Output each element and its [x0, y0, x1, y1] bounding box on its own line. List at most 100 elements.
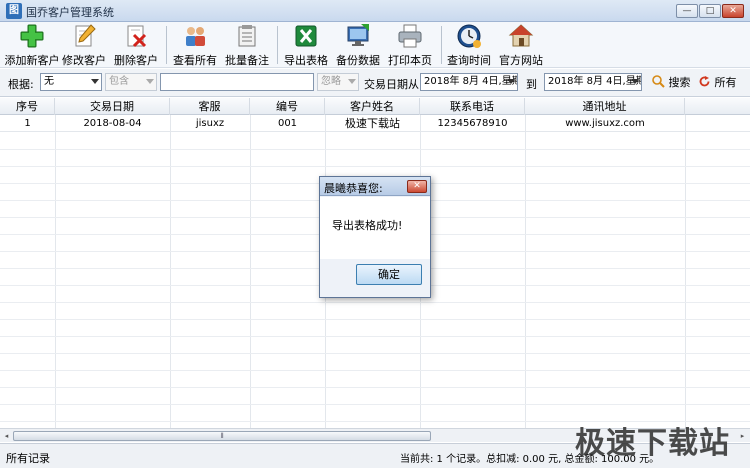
- date-to-picker[interactable]: 2018年 8月 4日,星期: [544, 73, 642, 91]
- print-page-button[interactable]: 打印本页: [387, 23, 433, 67]
- search-input[interactable]: [160, 73, 314, 91]
- status-left: 所有记录: [6, 452, 50, 465]
- column-header[interactable]: 通讯地址: [525, 98, 685, 115]
- close-button[interactable]: ✕: [722, 4, 744, 18]
- grid-line: [0, 370, 750, 371]
- grid-line: [0, 353, 750, 354]
- column-header-empty: [685, 98, 750, 115]
- dialog-title: 晨曦恭喜您:: [324, 182, 383, 195]
- search-label: 搜索: [668, 76, 691, 89]
- chevron-down-icon: [507, 79, 515, 84]
- scroll-right-icon[interactable]: ▸: [737, 431, 748, 441]
- backup-monitor-icon: [347, 24, 369, 46]
- scroll-left-icon[interactable]: ◂: [1, 431, 12, 441]
- table-header: 序号 交易日期 客服 编号 客户姓名 联系电话 通讯地址: [0, 98, 750, 115]
- ignore-select: 忽略: [317, 73, 359, 91]
- cell-phone: 12345678910: [437, 118, 508, 129]
- date-to-label: 到: [526, 78, 537, 91]
- basis-select[interactable]: 无: [40, 73, 102, 91]
- show-all-button[interactable]: 所有: [698, 74, 737, 90]
- column-header[interactable]: 客户姓名: [325, 98, 420, 115]
- toolbar-label: 删除客户: [114, 54, 158, 67]
- delete-doc-icon: [127, 25, 147, 48]
- date-from-value: 2018年 8月 4日,星期: [424, 76, 518, 87]
- grid-line: [525, 115, 526, 428]
- table-row[interactable]: 1 2018-08-04 jisuxz 001 极速下载站 1234567891…: [0, 115, 750, 132]
- dialog-close-button[interactable]: ✕: [407, 180, 427, 193]
- refresh-icon: [699, 76, 710, 87]
- toolbar-label: 导出表格: [284, 54, 328, 67]
- clock-icon: [457, 24, 481, 48]
- toolbar-label: 添加新客户: [4, 54, 60, 67]
- toolbar-label: 打印本页: [388, 54, 432, 67]
- backup-data-button[interactable]: 备份数据: [335, 23, 381, 67]
- toolbar-label: 查询时间: [447, 54, 491, 67]
- toolbar-separator: [441, 26, 442, 64]
- official-site-button[interactable]: 官方网站: [498, 23, 544, 67]
- cell-address: www.jisuxz.com: [565, 118, 645, 129]
- all-label: 所有: [714, 76, 737, 89]
- column-header[interactable]: 交易日期: [55, 98, 170, 115]
- chevron-down-icon: [348, 79, 356, 84]
- cell-index: 1: [24, 118, 31, 129]
- date-to-value: 2018年 8月 4日,星期: [548, 76, 642, 87]
- dialog-title-bar: 晨曦恭喜您: ✕: [320, 177, 430, 196]
- minimize-button[interactable]: —: [676, 4, 698, 18]
- date-from-label: 交易日期从:: [364, 78, 423, 91]
- users-icon: [186, 27, 205, 46]
- column-header[interactable]: 客服: [170, 98, 250, 115]
- filter-bar: 根据: 无 包含 忽略 交易日期从: 2018年 8月 4日,星期 到 2018…: [0, 69, 750, 97]
- edit-customer-button[interactable]: 修改客户: [62, 23, 106, 67]
- view-all-button[interactable]: 查看所有: [172, 23, 218, 67]
- maximize-button[interactable]: □: [699, 4, 721, 18]
- date-from-picker[interactable]: 2018年 8月 4日,星期: [420, 73, 518, 91]
- edit-pencil-icon: [75, 24, 96, 47]
- scrollbar-thumb[interactable]: ⦀: [13, 431, 431, 441]
- grid-line: [0, 336, 750, 337]
- grid-line: [685, 115, 686, 428]
- match-value: 包含: [109, 76, 129, 87]
- grid-line: [0, 149, 750, 150]
- home-icon: [508, 24, 534, 47]
- query-time-button[interactable]: 查询时间: [446, 23, 492, 67]
- add-plus-icon: [20, 24, 44, 48]
- watermark-logo: 极速下载站: [575, 426, 730, 461]
- ok-button[interactable]: 确定: [356, 264, 422, 285]
- grid-line: [0, 166, 750, 167]
- grid-line: [0, 387, 750, 388]
- grid-line: [170, 115, 171, 428]
- cell-name: 极速下载站: [345, 117, 400, 130]
- grid-line: [0, 404, 750, 405]
- ignore-value: 忽略: [321, 76, 341, 87]
- column-header[interactable]: 联系电话: [420, 98, 525, 115]
- search-button[interactable]: 搜索: [652, 74, 691, 90]
- batch-note-button[interactable]: 批量备注: [224, 23, 270, 67]
- grid-line: [0, 319, 750, 320]
- export-table-button[interactable]: 导出表格: [283, 23, 329, 67]
- title-bar: 图 国乔客户管理系统 — □ ✕: [0, 0, 750, 22]
- add-customer-button[interactable]: 添加新客户: [4, 23, 60, 67]
- match-mode-select: 包含: [105, 73, 157, 91]
- basis-label: 根据:: [8, 78, 34, 91]
- toolbar-label: 查看所有: [173, 54, 217, 67]
- grid-line: [55, 115, 56, 428]
- column-header[interactable]: 编号: [250, 98, 325, 115]
- toolbar-label: 官方网站: [499, 54, 543, 67]
- chevron-down-icon: [631, 79, 639, 84]
- excel-icon: [295, 25, 317, 47]
- cell-agent: jisuxz: [195, 118, 225, 129]
- dialog-body: 导出表格成功!: [320, 197, 430, 259]
- printer-icon: [398, 24, 422, 48]
- app-icon: 图: [6, 3, 22, 19]
- notes-icon: [238, 25, 256, 47]
- toolbar-label: 批量备注: [225, 54, 269, 67]
- grid-line: [250, 115, 251, 428]
- basis-value: 无: [44, 76, 54, 87]
- cell-code: 001: [277, 118, 298, 129]
- success-dialog: 晨曦恭喜您: ✕ 导出表格成功! 确定: [319, 176, 431, 298]
- chevron-down-icon: [146, 79, 154, 84]
- toolbar-separator: [277, 26, 278, 64]
- column-header[interactable]: 序号: [0, 98, 55, 115]
- toolbar-label: 修改客户: [62, 54, 106, 67]
- delete-customer-button[interactable]: 删除客户: [112, 23, 160, 67]
